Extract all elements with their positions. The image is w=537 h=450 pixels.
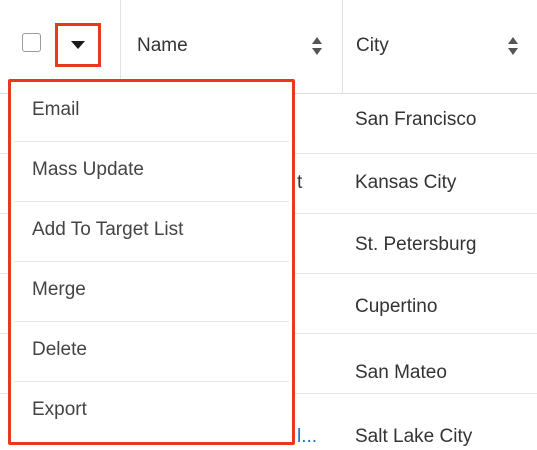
menu-item-label: Mass Update [32,159,144,180]
sort-icon[interactable] [507,36,519,56]
select-all-checkbox[interactable] [22,33,41,52]
city-cell: San Mateo [355,362,447,383]
actions-dropdown-toggle[interactable] [55,23,101,67]
menu-item-mass-update[interactable]: Mass Update [14,142,289,202]
city-column-label: City [356,35,389,56]
menu-item-merge[interactable]: Merge [14,262,289,322]
city-cell: San Francisco [355,109,477,130]
menu-item-label: Email [32,99,80,120]
name-column-label: Name [137,35,188,56]
menu-item-email[interactable]: Email [14,82,289,142]
list-view: Name City San Francisco t Kansas City St… [0,0,537,450]
name-cell-link[interactable]: l... [297,426,317,448]
city-cell: Cupertino [355,296,438,317]
menu-item-label: Merge [32,279,86,300]
city-cell: Salt Lake City [355,426,473,447]
menu-item-label: Delete [32,339,87,360]
menu-item-delete[interactable]: Delete [14,322,289,382]
menu-item-add-to-target-list[interactable]: Add To Target List [14,202,289,262]
actions-dropdown-menu: Email Mass Update Add To Target List Mer… [8,79,295,445]
city-cell: Kansas City [355,172,457,193]
menu-item-label: Add To Target List [32,219,184,240]
caret-down-icon [71,41,85,49]
city-column-header[interactable]: City [342,0,537,93]
menu-item-export[interactable]: Export [14,382,289,442]
menu-item-label: Export [32,399,87,420]
city-cell: St. Petersburg [355,234,477,255]
sort-icon[interactable] [311,36,323,56]
name-cell-fragment[interactable]: t [297,172,302,194]
